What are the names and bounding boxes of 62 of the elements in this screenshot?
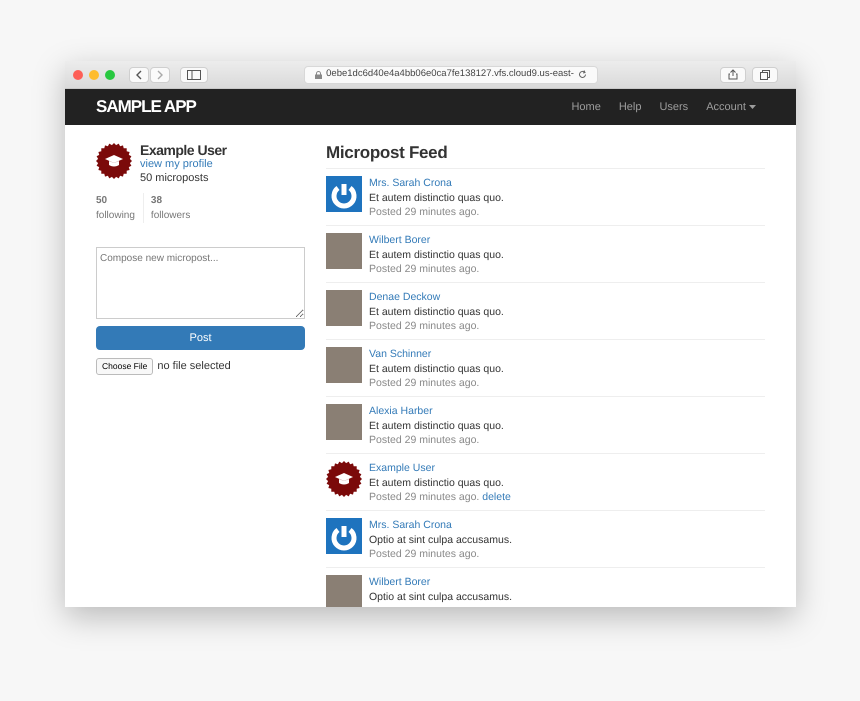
chevron-left-icon <box>135 70 143 80</box>
tabs-icon <box>760 70 770 80</box>
user-link[interactable]: Denae Deckow <box>369 290 504 305</box>
graduation-cap-avatar <box>96 143 132 179</box>
post-time: Posted 29 minutes ago. <box>369 262 480 275</box>
graduation-cap-avatar <box>326 461 362 498</box>
stat-label: followers <box>150 208 190 223</box>
account-dropdown[interactable]: Account <box>697 98 765 116</box>
post-time: Posted 29 minutes ago. <box>369 320 480 332</box>
user-link[interactable]: Wilbert Borer <box>369 575 512 590</box>
photo-placeholder <box>326 575 362 607</box>
nav-link[interactable]: Users <box>650 98 698 116</box>
reload-icon[interactable] <box>578 70 587 79</box>
post-content: Et autem distinctio quas quo. <box>369 362 504 376</box>
brand-logo[interactable]: SAMPLE APP <box>96 94 196 120</box>
user-name: Example User <box>140 143 227 158</box>
tabs-button[interactable] <box>752 66 778 82</box>
post-content: Et autem distinctio quas quo. <box>369 190 504 205</box>
photo-placeholder <box>326 233 362 270</box>
sidebar-icon <box>187 70 201 80</box>
post-time: Posted 29 minutes ago. <box>369 490 480 503</box>
user-link[interactable]: Wilbert Borer <box>369 233 504 248</box>
user-link[interactable]: Mrs. Sarah Crona <box>369 176 504 191</box>
post-content: Et autem distinctio quas quo. <box>369 304 504 319</box>
lock-icon <box>315 70 322 78</box>
photo-placeholder <box>326 404 362 440</box>
photo-placeholder <box>326 290 362 326</box>
post-content: Optio at sint culpa accusamus. <box>369 532 512 547</box>
post-button[interactable]: Post <box>96 326 305 350</box>
micropost-count: 50 microposts <box>140 172 210 185</box>
post-content: Et autem distinctio quas quo. <box>369 418 504 433</box>
post-content: Et autem distinctio quas quo. <box>369 476 505 490</box>
stat-count: 50 <box>96 194 108 208</box>
user-link[interactable]: Alexia Harber <box>369 404 504 419</box>
post-time: Posted 29 minutes ago. <box>369 434 480 446</box>
address-bar[interactable]: 0ebe1dc6d40e4a4bb06e0ca7fe138127.vfs.cloud9.us-east- <box>304 66 598 84</box>
share-icon <box>728 69 738 80</box>
choose-file-button[interactable]: Choose File <box>96 358 154 375</box>
micropost-field[interactable]: Compose new micropost... <box>96 246 305 319</box>
profile-link[interactable]: view my profile <box>140 158 227 172</box>
post-time: Posted 29 minutes ago. <box>369 376 480 389</box>
feed-title: Micropost Feed <box>326 143 765 170</box>
user-link[interactable]: Mrs. Sarah Crona <box>369 518 512 533</box>
chevron-right-icon <box>156 70 164 80</box>
user-link[interactable]: Van Schinner <box>369 347 504 362</box>
user-link[interactable]: Example User <box>369 461 511 476</box>
share-button[interactable] <box>720 66 746 82</box>
post-time: Posted 29 minutes ago. <box>369 206 480 218</box>
sidebar-button[interactable] <box>180 66 208 82</box>
stat-count: 38 <box>150 194 164 208</box>
nav-link[interactable]: Home <box>562 98 610 116</box>
post-time: Posted 29 minutes ago. <box>369 548 480 560</box>
post-content: Optio at sint culpa accusamus. <box>369 590 512 604</box>
photo-placeholder <box>326 347 362 384</box>
stat-label: following <box>96 208 135 223</box>
back-button[interactable] <box>129 66 149 82</box>
nav-link[interactable]: Help <box>610 98 650 116</box>
power-logo-avatar <box>326 518 362 554</box>
file-status: no file selected <box>157 358 231 374</box>
delete-link[interactable]: delete <box>482 490 511 503</box>
power-logo-avatar <box>326 176 362 212</box>
post-content: Et autem distinctio quas quo. <box>369 248 504 262</box>
